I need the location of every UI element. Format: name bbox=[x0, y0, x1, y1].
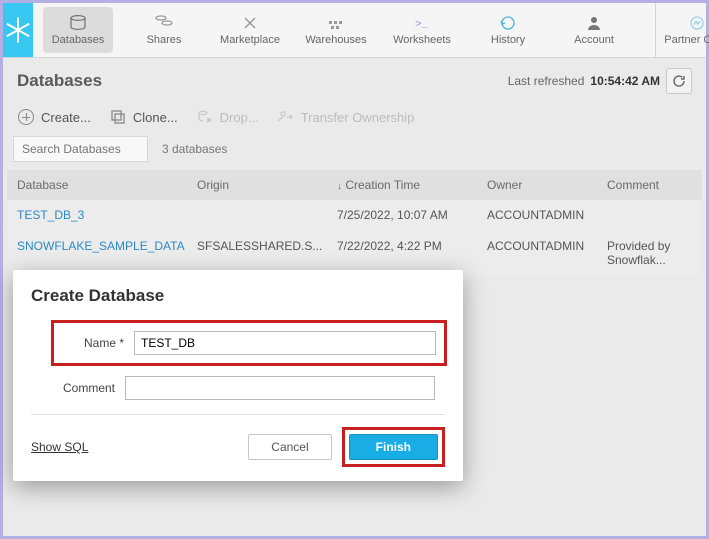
clone-icon bbox=[109, 108, 127, 126]
transfer-ownership-button: Transfer Ownership bbox=[277, 108, 415, 126]
cell-database[interactable]: SNOWFLAKE_SAMPLE_DATA bbox=[7, 231, 187, 275]
clone-button[interactable]: Clone... bbox=[109, 108, 178, 126]
shares-icon bbox=[155, 14, 173, 32]
last-refreshed-label: Last refreshed bbox=[508, 74, 585, 88]
transfer-label: Transfer Ownership bbox=[301, 110, 415, 125]
refresh-icon bbox=[672, 74, 686, 88]
marketplace-icon bbox=[241, 14, 259, 32]
top-nav: Databases Shares Marketplace Warehouses … bbox=[3, 3, 706, 58]
last-refreshed-time: 10:54:42 AM bbox=[590, 74, 660, 88]
worksheets-icon: >_ bbox=[413, 14, 431, 32]
modal-title: Create Database bbox=[31, 286, 445, 306]
databases-table: Database Origin ↓ Creation Time Owner Co… bbox=[7, 170, 702, 276]
drop-label: Drop... bbox=[220, 110, 259, 125]
nav-marketplace[interactable]: Marketplace bbox=[215, 7, 285, 53]
subheader: Databases Last refreshed 10:54:42 AM bbox=[3, 58, 706, 104]
warehouses-icon bbox=[327, 14, 345, 32]
search-input[interactable] bbox=[13, 136, 148, 162]
partner-icon bbox=[688, 14, 706, 32]
account-icon bbox=[585, 14, 603, 32]
drop-icon bbox=[196, 108, 214, 126]
name-field-row: Name * bbox=[51, 320, 447, 366]
database-count: 3 databases bbox=[162, 142, 227, 156]
database-icon bbox=[69, 14, 87, 32]
nav-partner-connect[interactable]: Partner Conn bbox=[662, 7, 709, 53]
cell-creation: 7/22/2022, 4:22 PM bbox=[327, 231, 477, 275]
col-owner[interactable]: Owner bbox=[477, 170, 597, 200]
last-refreshed: Last refreshed 10:54:42 AM bbox=[508, 68, 692, 94]
nav-label: Marketplace bbox=[220, 34, 280, 46]
create-button[interactable]: Create... bbox=[17, 108, 91, 126]
svg-text:>_: >_ bbox=[415, 19, 429, 31]
list-header: 3 databases bbox=[3, 136, 706, 170]
nav-label: Warehouses bbox=[305, 34, 366, 46]
nav-shares[interactable]: Shares bbox=[129, 7, 199, 53]
nav-label: Partner Conn bbox=[664, 34, 709, 46]
cell-owner: ACCOUNTADMIN bbox=[477, 231, 597, 275]
snowflake-icon bbox=[3, 15, 33, 45]
col-comment[interactable]: Comment bbox=[597, 170, 702, 200]
comment-label: Comment bbox=[53, 381, 115, 395]
nav-label: Shares bbox=[147, 34, 182, 46]
modal-footer: Show SQL Cancel Finish bbox=[31, 414, 445, 467]
cancel-button[interactable]: Cancel bbox=[248, 434, 331, 460]
finish-highlight: Finish bbox=[342, 427, 445, 467]
nav-worksheets[interactable]: >_ Worksheets bbox=[387, 7, 457, 53]
table-row[interactable]: TEST_DB_3 7/25/2022, 10:07 AM ACCOUNTADM… bbox=[7, 200, 702, 231]
history-icon bbox=[499, 14, 517, 32]
nav-label: Worksheets bbox=[393, 34, 451, 46]
cell-owner: ACCOUNTADMIN bbox=[477, 200, 597, 230]
comment-field-row: Comment bbox=[31, 376, 445, 400]
cell-database[interactable]: TEST_DB_3 bbox=[7, 200, 187, 230]
nav-history[interactable]: History bbox=[473, 7, 543, 53]
toolbar: Create... Clone... Drop... Transfer Owne… bbox=[3, 104, 706, 136]
refresh-button[interactable] bbox=[666, 68, 692, 94]
clone-label: Clone... bbox=[133, 110, 178, 125]
create-database-modal: Create Database Name * Comment Show SQL … bbox=[13, 270, 463, 481]
col-database[interactable]: Database bbox=[7, 170, 187, 200]
cell-comment bbox=[597, 200, 702, 230]
plus-circle-icon bbox=[17, 108, 35, 126]
table-header: Database Origin ↓ Creation Time Owner Co… bbox=[7, 170, 702, 200]
nav-databases[interactable]: Databases bbox=[43, 7, 113, 53]
col-creation-time[interactable]: ↓ Creation Time bbox=[327, 170, 477, 200]
cell-origin bbox=[187, 200, 327, 230]
create-label: Create... bbox=[41, 110, 91, 125]
name-label: Name * bbox=[62, 336, 124, 350]
snowflake-logo[interactable] bbox=[3, 3, 33, 57]
show-sql-link[interactable]: Show SQL bbox=[31, 440, 88, 454]
transfer-icon bbox=[277, 108, 295, 126]
cell-comment: Provided by Snowflak... bbox=[597, 231, 702, 275]
col-origin[interactable]: Origin bbox=[187, 170, 327, 200]
nav-items: Databases Shares Marketplace Warehouses … bbox=[33, 3, 639, 57]
cell-origin: SFSALESSHARED.S... bbox=[187, 231, 327, 275]
nav-label: History bbox=[491, 34, 525, 46]
nav-label: Databases bbox=[52, 34, 105, 46]
page-title: Databases bbox=[17, 71, 102, 91]
drop-button: Drop... bbox=[196, 108, 259, 126]
col-creation-label: Creation Time bbox=[345, 178, 420, 192]
comment-input[interactable] bbox=[125, 376, 435, 400]
sort-desc-icon: ↓ bbox=[337, 181, 342, 192]
name-input[interactable] bbox=[134, 331, 436, 355]
nav-label: Account bbox=[574, 34, 614, 46]
nav-account[interactable]: Account bbox=[559, 7, 629, 53]
cell-creation: 7/25/2022, 10:07 AM bbox=[327, 200, 477, 230]
finish-button[interactable]: Finish bbox=[349, 434, 438, 460]
nav-warehouses[interactable]: Warehouses bbox=[301, 7, 371, 53]
